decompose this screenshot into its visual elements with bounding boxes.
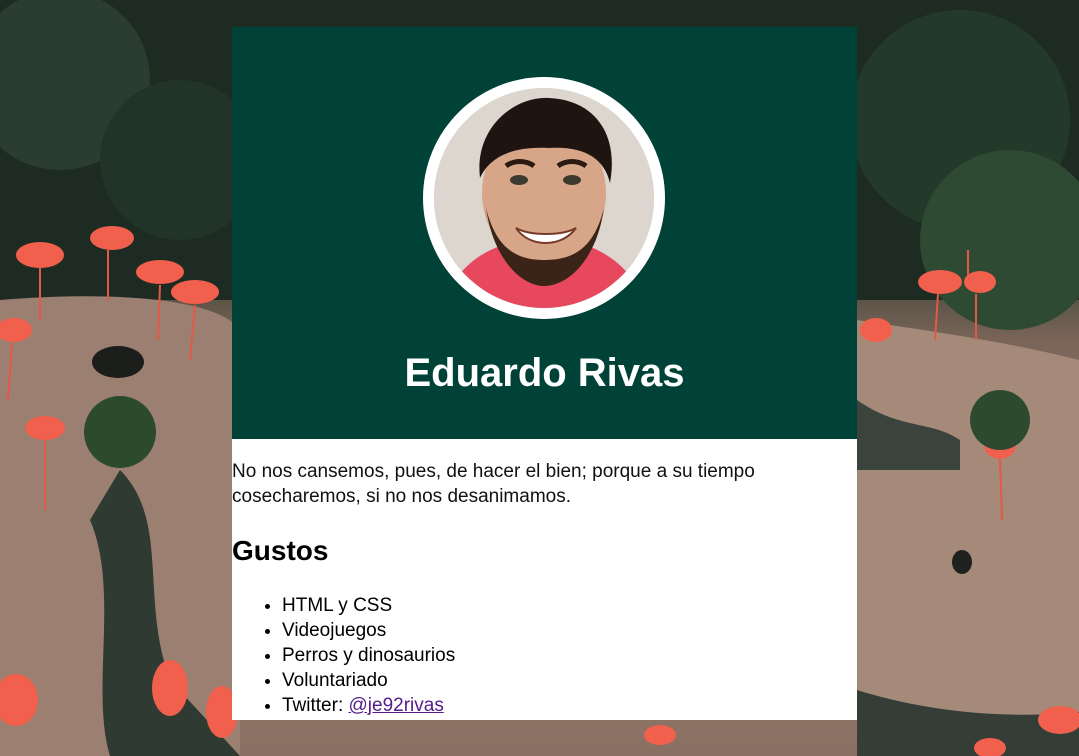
list-item: Perros y dinosaurios (282, 643, 857, 668)
list-item-twitter: Twitter: @je92rivas (282, 693, 857, 718)
avatar (423, 77, 665, 319)
twitter-label: Twitter: (282, 695, 349, 716)
profile-name: Eduardo Rivas (404, 351, 685, 395)
list-item: Voluntariado (282, 668, 857, 693)
likes-title: Gustos (232, 535, 329, 566)
profile-card: Eduardo Rivas No nos cansemos, pues, de … (232, 27, 857, 720)
profile-header: Eduardo Rivas (232, 27, 857, 439)
list-item: Videojuegos (282, 618, 857, 643)
profile-photo (434, 88, 654, 308)
twitter-link[interactable]: @je92rivas (349, 695, 444, 716)
likes-list: HTML y CSS Videojuegos Perros y dinosaur… (232, 593, 857, 718)
profile-quote: No nos cansemos, pues, de hacer el bien;… (232, 461, 755, 507)
list-item: HTML y CSS (282, 593, 857, 618)
